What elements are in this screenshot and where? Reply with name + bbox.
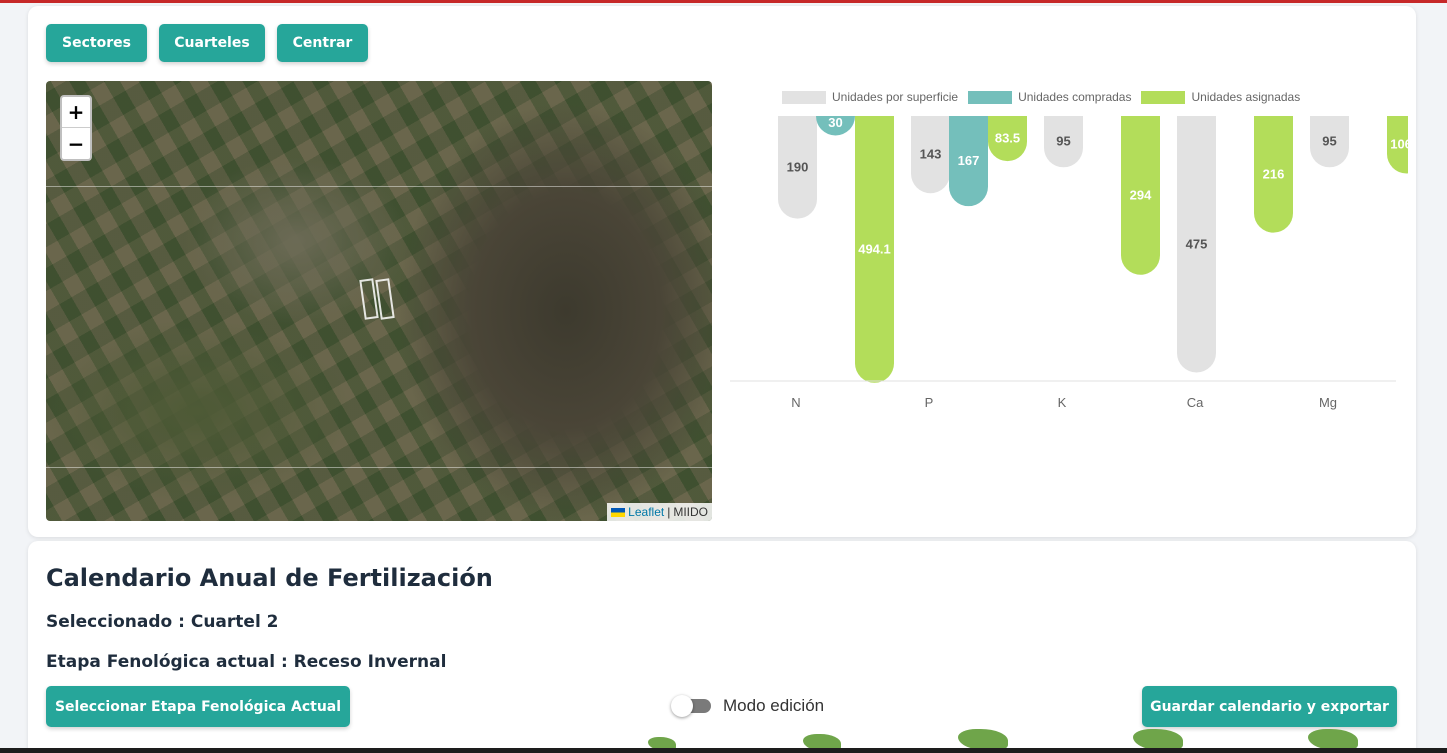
selected-cuartel: Seleccionado : Cuartel 2: [46, 612, 279, 632]
map-grid-line: [46, 186, 712, 187]
attribution-separator: |: [667, 505, 671, 519]
leaflet-link[interactable]: Leaflet: [628, 505, 664, 519]
ukraine-flag-icon: [611, 507, 626, 517]
select-stage-button[interactable]: Seleccionar Etapa Fenológica Actual: [46, 686, 350, 727]
map-attribution: Leaflet | MIIDO: [607, 503, 712, 521]
x-tick-label: Ca: [1187, 395, 1204, 410]
edit-mode-toggle[interactable]: Modo edición: [671, 695, 824, 717]
data-label: 167: [958, 153, 980, 168]
attribution-provider: MIIDO: [673, 505, 708, 519]
zoom-out-button[interactable]: −: [62, 128, 90, 159]
data-label: 95: [1056, 134, 1070, 149]
data-label: 95: [1322, 134, 1336, 149]
x-tick-label: N: [791, 395, 800, 410]
chart-plot: 190 30 494.1 N 143 167 83.5 P 95 294 K 475 216 Ca 95 10…: [730, 115, 1408, 410]
x-tick-label: Mg: [1319, 395, 1337, 410]
zoom-in-button[interactable]: +: [62, 97, 90, 128]
x-tick-label: P: [925, 395, 934, 410]
map-chart-card: Sectores Cuarteles Centrar + − Leaflet |…: [28, 6, 1416, 537]
sectores-button[interactable]: Sectores: [46, 24, 147, 62]
map-grid-line: [46, 467, 712, 468]
data-label: 494.1: [858, 241, 891, 256]
data-label: 83.5: [995, 131, 1020, 146]
calendar-title: Calendario Anual de Fertilización: [46, 564, 493, 592]
data-label: 190: [787, 159, 809, 174]
satellite-map[interactable]: + − Leaflet | MIIDO: [46, 81, 712, 521]
centrar-button[interactable]: Centrar: [277, 24, 368, 62]
nutrient-bar-chart: Unidades por superficie Unidades comprad…: [728, 86, 1408, 426]
edit-mode-label: Modo edición: [723, 696, 825, 715]
data-label: 143: [920, 147, 942, 162]
save-export-button[interactable]: Guardar calendario y exportar: [1142, 686, 1397, 727]
zoom-control: + −: [60, 95, 92, 161]
top-accent-line: [0, 0, 1447, 3]
cuarteles-button[interactable]: Cuarteles: [159, 24, 265, 62]
bottom-edge: [0, 748, 1447, 753]
data-label: 294: [1130, 187, 1152, 202]
current-stage: Etapa Fenológica actual : Receso Inverna…: [46, 652, 447, 672]
data-label: 216: [1263, 166, 1285, 181]
data-label: 30: [828, 115, 842, 130]
x-tick-label: K: [1058, 395, 1067, 410]
toggle-knob: [671, 695, 693, 717]
data-label: 475: [1186, 236, 1208, 251]
toggle-switch[interactable]: [671, 695, 711, 717]
calendar-card: Calendario Anual de Fertilización Selecc…: [28, 541, 1416, 753]
data-label: 106.4: [1390, 137, 1408, 152]
